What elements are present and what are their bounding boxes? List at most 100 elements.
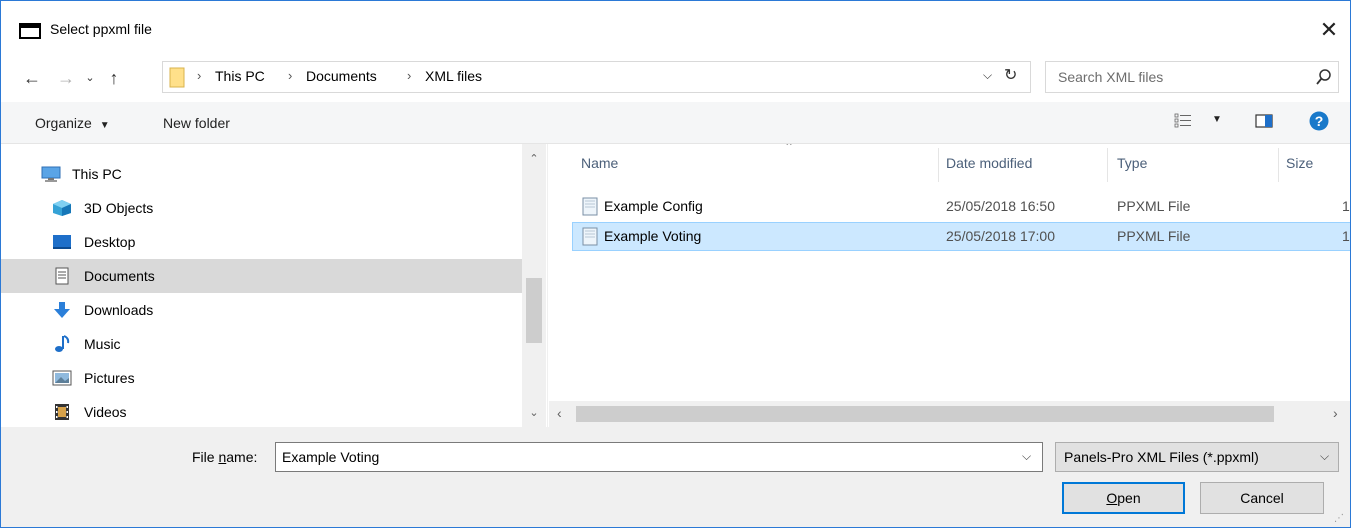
search-input[interactable]: Search XML files: [1058, 69, 1163, 85]
organize-button[interactable]: Organize ▼: [35, 115, 110, 131]
dialog-footer: File name: Example Voting ⌵ Panels-Pro X…: [1, 427, 1350, 527]
navigation-pane-scrollbar[interactable]: ⌃ ⌄: [522, 144, 546, 427]
column-divider[interactable]: [1107, 148, 1108, 182]
help-button[interactable]: ?: [1309, 111, 1329, 134]
file-size: 1: [1342, 198, 1350, 214]
command-toolbar: Organize ▼ New folder ▼ ?: [1, 102, 1350, 144]
file-name-combobox[interactable]: Example Voting ⌵: [275, 442, 1043, 472]
sort-ascending-icon: ⌃: [784, 144, 795, 154]
svg-text:?: ?: [1315, 113, 1324, 129]
file-list-horizontal-scrollbar[interactable]: ‹ ›: [549, 401, 1350, 427]
nav-item-videos[interactable]: Videos: [1, 395, 522, 429]
scrollbar-thumb[interactable]: [576, 406, 1274, 422]
new-folder-button[interactable]: New folder: [163, 115, 230, 131]
window-title: Select ppxml file: [50, 21, 152, 37]
file-name-label-part: File: [192, 449, 219, 465]
resize-grip-icon[interactable]: ⋰: [1334, 513, 1344, 524]
preview-pane-icon: [1255, 114, 1273, 128]
folder-icon: [169, 67, 185, 88]
nav-item-label: Desktop: [84, 234, 136, 250]
file-name: Example Voting: [604, 228, 702, 244]
nav-item-label: Downloads: [84, 302, 154, 318]
file-icon: [582, 197, 598, 216]
open-button[interactable]: Open: [1062, 482, 1185, 514]
nav-item-3d-objects[interactable]: 3D Objects: [1, 191, 522, 225]
chevron-down-icon[interactable]: ⌄: [522, 406, 546, 419]
column-divider[interactable]: [938, 148, 939, 182]
nav-item-this-pc[interactable]: This PC: [1, 157, 522, 191]
nav-item-label: Videos: [84, 404, 127, 420]
music-icon: [55, 335, 70, 352]
cancel-button[interactable]: Cancel: [1200, 482, 1324, 514]
forward-button[interactable]: →: [53, 65, 79, 91]
open-button-mnemonic: O: [1106, 490, 1118, 506]
chevron-up-icon[interactable]: ⌃: [522, 152, 546, 165]
file-open-dialog: Select ppxml file ✕ ← → ⌄ ↑ › This PC › …: [0, 0, 1351, 528]
file-type: PPXML File: [1117, 228, 1191, 244]
file-icon: [582, 227, 598, 246]
file-size: 1: [1342, 228, 1350, 244]
pictures-icon: [52, 370, 72, 386]
file-name-label-part: ame:: [226, 449, 258, 465]
videos-icon: [55, 404, 69, 420]
column-header-name[interactable]: Name: [581, 155, 618, 171]
navigation-bar: ← → ⌄ ↑ › This PC › Documents › XML file…: [1, 61, 1350, 95]
help-icon: ?: [1309, 111, 1329, 131]
file-type-select[interactable]: Panels-Pro XML Files (*.ppxml) ⌵: [1055, 442, 1339, 472]
computer-icon: [41, 166, 61, 182]
chevron-left-icon[interactable]: ‹: [557, 405, 562, 421]
file-type-selected: Panels-Pro XML Files (*.ppxml): [1064, 449, 1259, 465]
chevron-down-icon[interactable]: ⌵: [1022, 449, 1031, 464]
nav-item-pictures[interactable]: Pictures: [1, 361, 522, 395]
recent-locations-button[interactable]: ⌄: [77, 65, 103, 91]
breadcrumb-documents[interactable]: Documents: [306, 68, 377, 84]
chevron-right-icon[interactable]: ›: [1333, 405, 1338, 421]
breadcrumb-separator-icon: ›: [288, 68, 293, 83]
breadcrumb-separator-icon: ›: [407, 68, 412, 83]
preview-pane-button[interactable]: [1255, 112, 1273, 133]
file-date-modified: 25/05/2018 17:00: [946, 228, 1055, 244]
nav-item-desktop[interactable]: Desktop: [1, 225, 522, 259]
search-box[interactable]: Search XML files: [1045, 61, 1339, 93]
search-icon[interactable]: [1316, 68, 1332, 86]
file-row-selected[interactable]: Example Voting 25/05/2018 17:00 PPXML Fi…: [572, 222, 1350, 251]
nav-item-documents[interactable]: Documents: [1, 259, 522, 293]
nav-item-label: Music: [84, 336, 121, 352]
file-date-modified: 25/05/2018 16:50: [946, 198, 1055, 214]
file-list-pane: ⌃ Name Date modified Type Size Example C…: [549, 144, 1350, 427]
breadcrumb-this-pc[interactable]: This PC: [215, 68, 265, 84]
nav-item-music[interactable]: Music: [1, 327, 522, 361]
close-button[interactable]: ✕: [1314, 15, 1344, 45]
file-name-input[interactable]: Example Voting: [282, 449, 379, 465]
nav-item-label: This PC: [72, 166, 122, 182]
open-button-label: pen: [1117, 490, 1141, 506]
column-header-date-modified[interactable]: Date modified: [946, 155, 1032, 171]
file-type: PPXML File: [1117, 198, 1191, 214]
column-divider[interactable]: [1278, 148, 1279, 182]
refresh-icon[interactable]: ↻: [1004, 65, 1017, 85]
nav-item-label: Pictures: [84, 370, 135, 386]
breadcrumb-separator-icon: ›: [197, 68, 202, 83]
address-bar[interactable]: › This PC › Documents › XML files ⌵ ↻: [162, 61, 1031, 93]
3d-objects-icon: [53, 200, 71, 216]
column-header-type[interactable]: Type: [1117, 155, 1147, 171]
title-bar: Select ppxml file ✕: [1, 1, 1350, 61]
change-view-button[interactable]: ▼: [1174, 112, 1222, 133]
scrollbar-thumb[interactable]: [526, 278, 542, 343]
chevron-down-icon: ⌵: [1320, 449, 1330, 463]
back-button[interactable]: ←: [19, 65, 45, 91]
up-button[interactable]: ↑: [101, 65, 127, 91]
address-dropdown-icon[interactable]: ⌵: [983, 68, 992, 83]
downloads-icon: [54, 302, 70, 318]
chevron-down-icon: ▼: [99, 120, 110, 131]
file-name: Example Config: [604, 198, 703, 214]
view-list-icon: [1174, 113, 1191, 128]
navigation-pane: This PC 3D Objects Desktop Documents Dow…: [1, 144, 548, 427]
nav-item-label: Documents: [84, 268, 155, 284]
file-row[interactable]: Example Config 25/05/2018 16:50 PPXML Fi…: [572, 192, 1350, 221]
nav-item-downloads[interactable]: Downloads: [1, 293, 522, 327]
breadcrumb-xml-files[interactable]: XML files: [425, 68, 482, 84]
column-header-size[interactable]: Size: [1286, 155, 1313, 171]
organize-label: Organize: [35, 115, 92, 131]
file-name-label: File name:: [192, 449, 257, 465]
